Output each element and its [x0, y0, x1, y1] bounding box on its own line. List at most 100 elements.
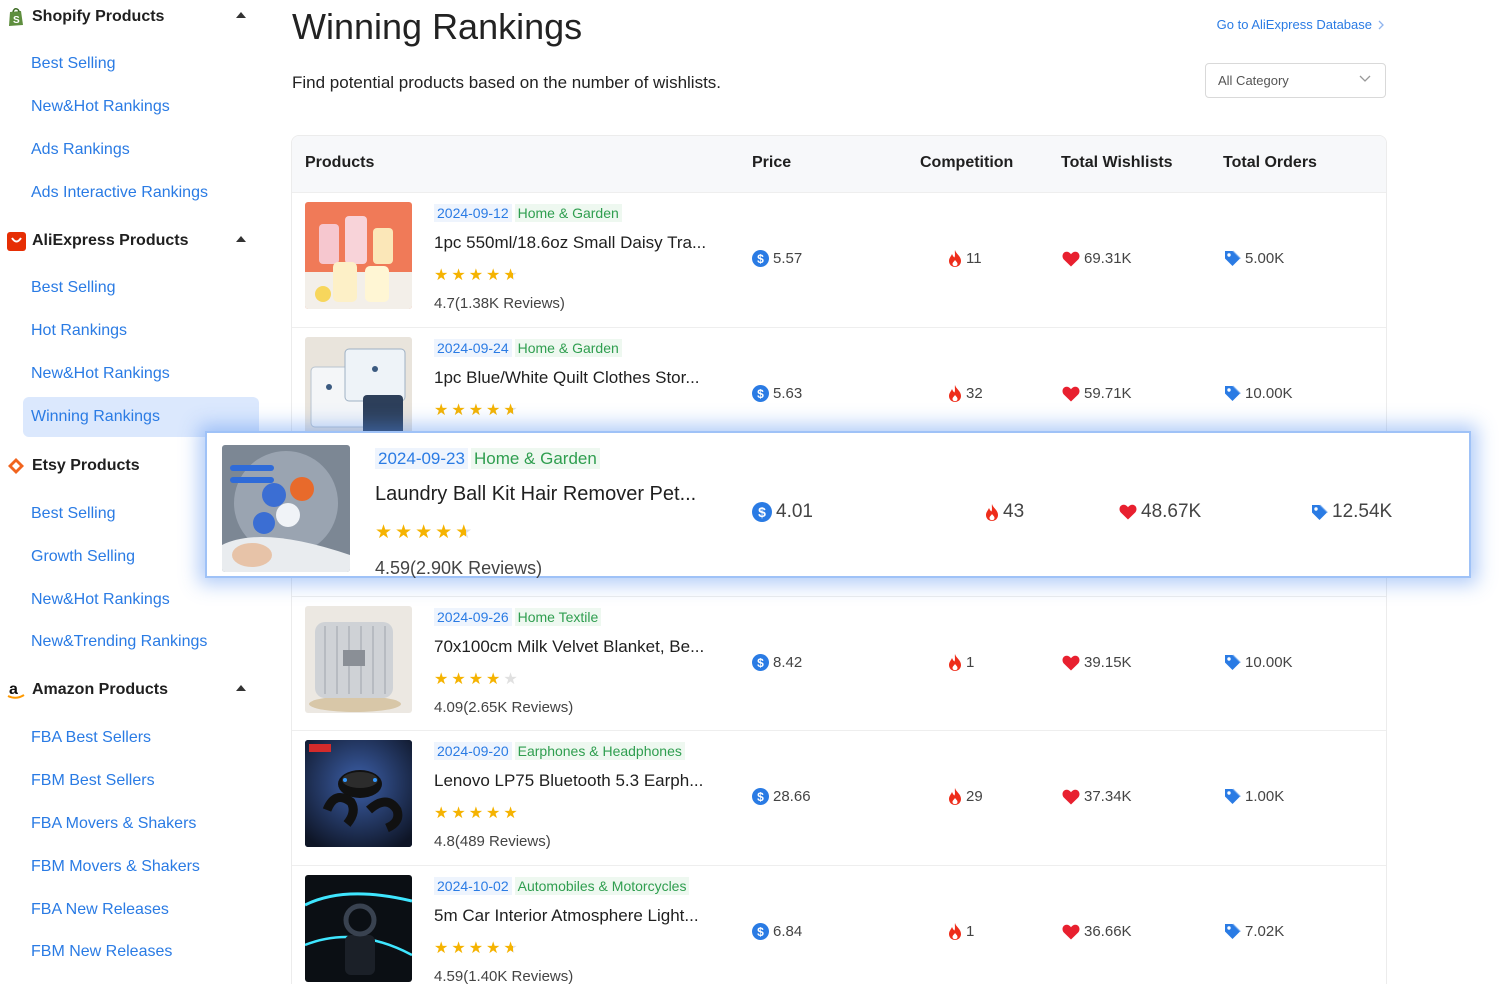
- wishlists-cell: 36.66K: [1062, 923, 1132, 940]
- tag-icon: [1225, 385, 1241, 401]
- sidebar-item-amazon-fba-best[interactable]: FBA Best Sellers: [23, 718, 259, 758]
- listing-date: 2024-09-26: [434, 608, 512, 626]
- product-name[interactable]: Lenovo LP75 Bluetooth 5.3 Earph...: [434, 771, 724, 791]
- column-header-wishlists[interactable]: Total Wishlists: [1061, 154, 1173, 172]
- sidebar-item-shopify-ads-interactive[interactable]: Ads Interactive Rankings: [23, 173, 259, 213]
- listing-date: 2024-09-23: [375, 448, 468, 469]
- heart-icon: [1062, 251, 1080, 266]
- product-name[interactable]: 5m Car Interior Atmosphere Light...: [434, 906, 724, 926]
- sidebar-item-amazon-fbm-best[interactable]: FBM Best Sellers: [23, 761, 259, 801]
- sidebar-item-amazon-fba-movers[interactable]: FBA Movers & Shakers: [23, 804, 259, 844]
- competition-value: 1: [966, 923, 975, 940]
- sidebar-item-aliexpress-new-hot[interactable]: New&Hot Rankings: [23, 354, 259, 394]
- price-cell: $5.63: [752, 385, 802, 402]
- product-thumbnail[interactable]: [305, 202, 412, 309]
- star-full-icon: ★: [434, 940, 452, 957]
- table-row[interactable]: 2024-09-20 Earphones & Headphones Lenovo …: [292, 730, 1386, 865]
- table-row[interactable]: 2024-09-12 Home & Garden 1pc 550ml/18.6oz…: [292, 192, 1386, 327]
- orders-value: 12.54K: [1332, 501, 1393, 522]
- sidebar-item-amazon-fba-new[interactable]: FBA New Releases: [23, 890, 259, 930]
- section-shopify-header[interactable]: S Shopify Products: [6, 2, 256, 32]
- star-rating: ★★★★★: [434, 400, 521, 420]
- column-header-competition[interactable]: Competition: [920, 154, 1013, 172]
- wishlists-value: 59.71K: [1084, 385, 1132, 402]
- sidebar-item-aliexpress-best-selling[interactable]: Best Selling: [23, 268, 259, 308]
- rating-reviews: 4.8(489 Reviews): [434, 833, 551, 850]
- star-full-icon: ★: [451, 402, 469, 419]
- sidebar-item-aliexpress-hot[interactable]: Hot Rankings: [23, 311, 259, 351]
- star-full-icon: ★: [503, 805, 521, 822]
- collapse-caret-icon[interactable]: [236, 12, 246, 18]
- tag-icon: [1312, 504, 1328, 520]
- table-header: Products Price Competition Total Wishlis…: [292, 136, 1386, 192]
- star-empty-icon: ★: [503, 671, 521, 688]
- star-full-icon: ★: [468, 940, 487, 957]
- price-cell: $6.84: [752, 923, 802, 940]
- heart-icon: [1062, 655, 1080, 670]
- heart-icon: [1062, 924, 1080, 939]
- star-half-icon: ★: [503, 402, 521, 419]
- rating-reviews: 4.09(2.65K Reviews): [434, 699, 574, 716]
- section-aliexpress-header[interactable]: AliExpress Products: [6, 226, 256, 256]
- category-tag[interactable]: Automobiles & Motorcycles: [514, 877, 690, 895]
- collapse-caret-icon[interactable]: [236, 685, 246, 691]
- column-header-price[interactable]: Price: [752, 154, 791, 172]
- orders-value: 7.02K: [1245, 923, 1285, 940]
- price-value: 8.42: [773, 654, 803, 671]
- category-tag[interactable]: Home Textile: [514, 608, 602, 626]
- product-thumbnail[interactable]: [305, 606, 412, 713]
- category-tag[interactable]: Home & Garden: [470, 448, 600, 469]
- category-tag[interactable]: Home & Garden: [514, 339, 622, 357]
- price-value: 28.66: [773, 788, 811, 805]
- tag-icon: [1225, 654, 1241, 670]
- wishlists-cell: 69.31K: [1062, 250, 1132, 267]
- sidebar-item-amazon-fbm-new[interactable]: FBM New Releases: [23, 932, 259, 972]
- product-thumbnail[interactable]: [222, 445, 350, 572]
- product-name[interactable]: 1pc 550ml/18.6oz Small Daisy Tra...: [434, 233, 724, 253]
- star-full-icon: ★: [486, 805, 504, 822]
- product-thumbnail[interactable]: [305, 875, 412, 982]
- dollar-icon: $: [752, 502, 772, 522]
- competition-cell: 32: [948, 385, 983, 402]
- highlighted-product-row[interactable]: 2024-09-23 Home & Garden Laundry Ball Kit…: [205, 431, 1471, 578]
- product-thumbnail[interactable]: [305, 337, 412, 444]
- wishlists-cell: 37.34K: [1062, 788, 1132, 805]
- column-header-orders[interactable]: Total Orders: [1223, 154, 1317, 172]
- star-full-icon: ★: [486, 940, 504, 957]
- table-row[interactable]: 2024-09-26 Home Textile 70x100cm Milk Vel…: [292, 596, 1386, 731]
- listing-date: 2024-10-02: [434, 877, 512, 895]
- sidebar-item-shopify-ads[interactable]: Ads Rankings: [23, 130, 259, 170]
- star-rating: ★★★★★: [434, 803, 521, 823]
- sidebar-item-etsy-new-hot[interactable]: New&Hot Rankings: [23, 580, 259, 620]
- orders-cell: 1.00K: [1224, 788, 1284, 805]
- orders-cell: 10.00K: [1224, 385, 1293, 402]
- star-rating: ★★★★★: [434, 938, 521, 958]
- product-name[interactable]: Laundry Ball Kit Hair Remover Pet...: [375, 483, 720, 506]
- star-full-icon: ★: [486, 267, 504, 284]
- category-tag[interactable]: Home & Garden: [514, 204, 622, 222]
- product-thumbnail[interactable]: [305, 740, 412, 847]
- collapse-caret-icon[interactable]: [236, 236, 246, 242]
- column-header-products[interactable]: Products: [305, 154, 374, 172]
- section-title: Amazon Products: [32, 681, 169, 698]
- star-full-icon: ★: [451, 940, 469, 957]
- orders-cell: 5.00K: [1224, 250, 1284, 267]
- category-select[interactable]: All Category: [1205, 63, 1386, 98]
- sidebar-item-shopify-best-selling[interactable]: Best Selling: [23, 44, 259, 84]
- table-row[interactable]: 2024-10-02 Automobiles & Motorcycles 5m C…: [292, 865, 1386, 984]
- heart-icon: [1062, 789, 1080, 804]
- price-cell: $8.42: [752, 654, 802, 671]
- competition-cell: 29: [948, 788, 983, 805]
- wishlists-value: 39.15K: [1084, 654, 1132, 671]
- sidebar-item-etsy-new-trending[interactable]: New&Trending Rankings: [23, 622, 259, 662]
- product-name[interactable]: 1pc Blue/White Quilt Clothes Stor...: [434, 368, 724, 388]
- wishlists-cell: 48.67K: [1119, 501, 1201, 523]
- sidebar-item-amazon-fbm-movers[interactable]: FBM Movers & Shakers: [23, 847, 259, 887]
- product-name[interactable]: 70x100cm Milk Velvet Blanket, Be...: [434, 637, 724, 657]
- dollar-icon: $: [752, 654, 769, 671]
- star-full-icon: ★: [468, 671, 487, 688]
- section-amazon-header[interactable]: a Amazon Products: [6, 675, 256, 705]
- sidebar-item-shopify-new-hot[interactable]: New&Hot Rankings: [23, 87, 259, 127]
- category-tag[interactable]: Earphones & Headphones: [514, 742, 685, 760]
- aliexpress-database-link[interactable]: Go to AliExpress Database: [1217, 17, 1385, 32]
